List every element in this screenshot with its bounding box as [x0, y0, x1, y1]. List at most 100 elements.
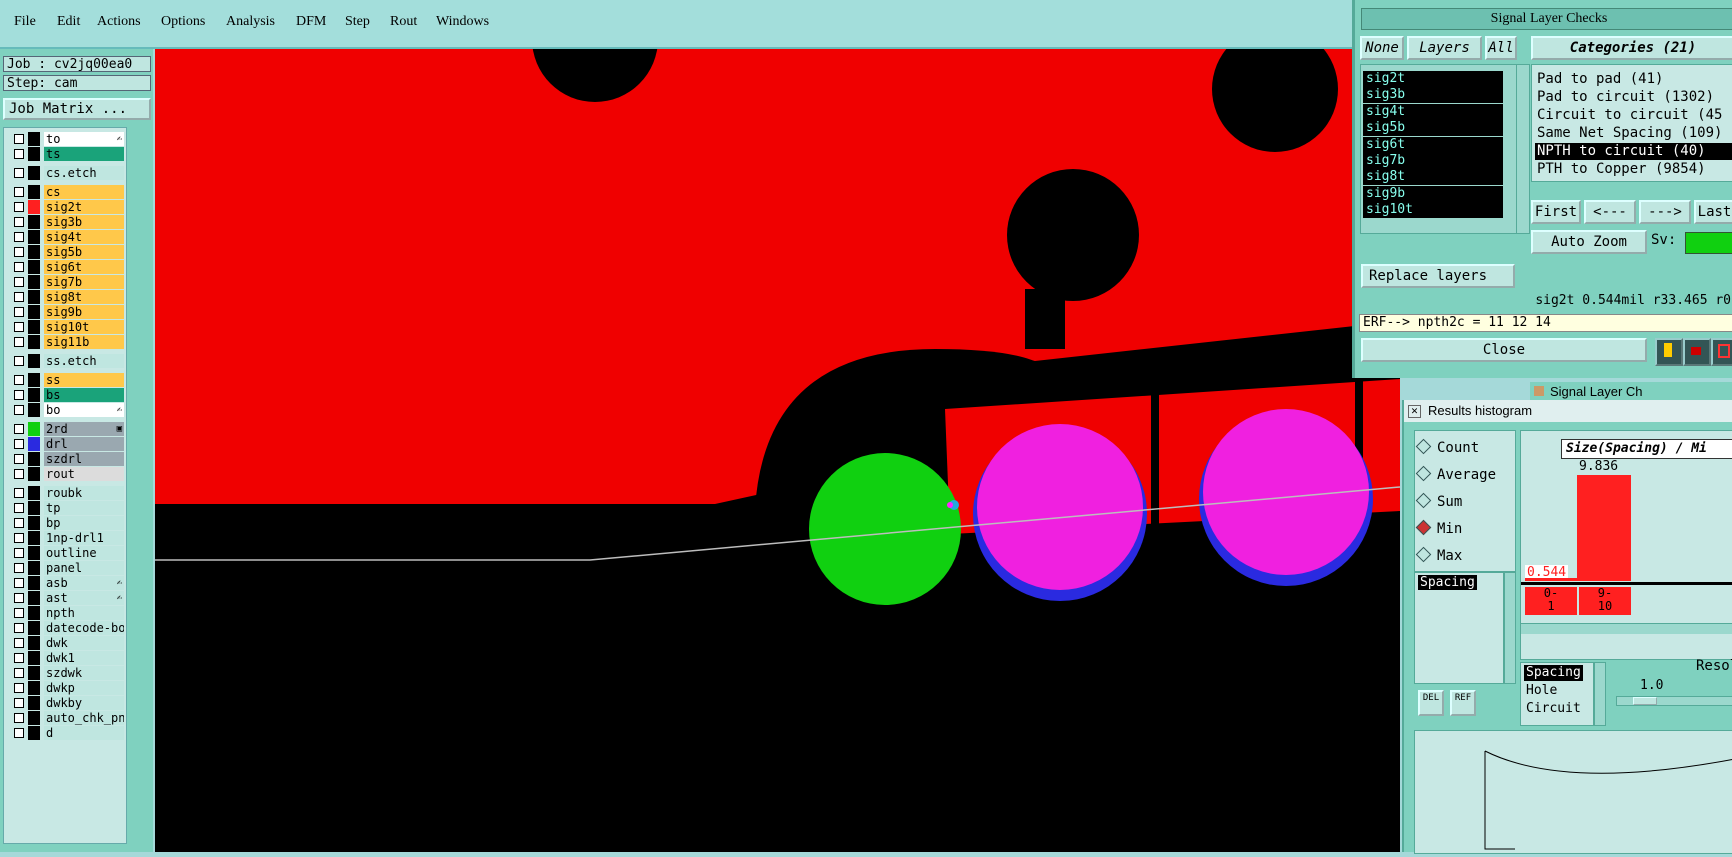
layer-color-swatch[interactable]	[28, 305, 40, 319]
layer-color-swatch[interactable]	[28, 185, 40, 199]
layer-row-cs[interactable]: cs	[10, 185, 126, 199]
category-item[interactable]: Pad to circuit (1302)	[1535, 89, 1732, 106]
exit-icon[interactable]	[1711, 338, 1732, 366]
layer-name[interactable]: dwkby	[44, 696, 124, 710]
layer-name[interactable]: cs	[44, 185, 124, 199]
menu-edit[interactable]: Edit	[57, 14, 80, 30]
prev-button[interactable]: <---	[1584, 200, 1636, 224]
layer-color-swatch[interactable]	[28, 245, 40, 259]
layer-row-drl[interactable]: drl	[10, 437, 126, 451]
layer-checkbox[interactable]	[14, 638, 24, 648]
category-item[interactable]: NPTH to circuit (40)	[1535, 143, 1732, 160]
all-button[interactable]: All	[1485, 36, 1517, 60]
bottom-list-item-0[interactable]: Spacing	[1524, 665, 1583, 681]
layer-checkbox[interactable]	[14, 247, 24, 257]
layer-checkbox[interactable]	[14, 623, 24, 633]
layer-row-ss[interactable]: ss	[10, 373, 126, 387]
signal-layer-list[interactable]: sig2t sig3b sig4t sig5b sig6t sig7b sig8t sig9b…	[1360, 64, 1517, 234]
layer-color-swatch[interactable]	[28, 711, 40, 725]
layer-checkbox[interactable]	[14, 232, 24, 242]
layer-checkbox[interactable]	[14, 262, 24, 272]
signal-layer-sig9b[interactable]: sig9b	[1363, 185, 1503, 202]
layer-row-sig2t[interactable]: sig2t	[10, 200, 126, 214]
layer-row-szdwk[interactable]: szdwk	[10, 666, 126, 680]
next-button[interactable]: --->	[1639, 200, 1691, 224]
layer-name[interactable]: sig9b	[44, 305, 124, 319]
layer-name[interactable]: ss.etch	[44, 354, 124, 368]
stat-list[interactable]: Spacing	[1414, 572, 1504, 684]
category-item[interactable]: PTH to Copper (9854)	[1535, 161, 1732, 178]
layer-checkbox[interactable]	[14, 503, 24, 513]
layer-color-swatch[interactable]	[28, 681, 40, 695]
layer-row-sig10t[interactable]: sig10t	[10, 320, 126, 334]
layer-name[interactable]: npth	[44, 606, 124, 620]
layer-checkbox[interactable]	[14, 728, 24, 738]
auto-zoom-menu[interactable]: Auto Zoom	[1531, 230, 1647, 254]
layer-name[interactable]: 2rd	[44, 422, 124, 436]
layer-name[interactable]: bs	[44, 388, 124, 402]
layer-row-dwk[interactable]: dwk	[10, 636, 126, 650]
layer-checkbox[interactable]	[14, 533, 24, 543]
layer-checkbox[interactable]	[14, 390, 24, 400]
layer-list-scrollbar[interactable]	[1516, 64, 1530, 234]
signal-layer-sig10t[interactable]: sig10t	[1363, 202, 1503, 219]
layer-color-swatch[interactable]	[28, 591, 40, 605]
layer-row-auto_chk_pn[interactable]: auto_chk_pn	[10, 711, 126, 725]
layer-color-swatch[interactable]	[28, 576, 40, 590]
layer-color-swatch[interactable]	[28, 467, 40, 481]
layer-color-swatch[interactable]	[28, 200, 40, 214]
layer-checkbox[interactable]	[14, 168, 24, 178]
layer-checkbox[interactable]	[14, 307, 24, 317]
layer-color-swatch[interactable]	[28, 437, 40, 451]
layer-name[interactable]: tp	[44, 501, 124, 515]
layer-row-sig9b[interactable]: sig9b	[10, 305, 126, 319]
layers-button[interactable]: Layers	[1407, 36, 1482, 60]
layer-row-rout[interactable]: rout	[10, 467, 126, 481]
none-button[interactable]: None	[1360, 36, 1404, 60]
layer-name[interactable]: to	[44, 132, 124, 146]
layer-row-tp[interactable]: tp	[10, 501, 126, 515]
layer-row-sig3b[interactable]: sig3b	[10, 215, 126, 229]
layer-color-swatch[interactable]	[28, 230, 40, 244]
layer-color-swatch[interactable]	[28, 373, 40, 387]
layer-name[interactable]: szdrl	[44, 452, 124, 466]
layer-row-sig7b[interactable]: sig7b	[10, 275, 126, 289]
layer-checkbox[interactable]	[14, 683, 24, 693]
layer-color-swatch[interactable]	[28, 516, 40, 530]
layer-color-swatch[interactable]	[28, 388, 40, 402]
layer-color-swatch[interactable]	[28, 636, 40, 650]
layer-color-swatch[interactable]	[28, 452, 40, 466]
radio-min[interactable]: Min	[1415, 519, 1462, 537]
signal-layer-sig3b[interactable]: sig3b	[1363, 87, 1503, 104]
bottom-list-scrollbar[interactable]	[1594, 662, 1606, 726]
job-matrix-button[interactable]: Job Matrix ...	[3, 98, 151, 120]
radio-average[interactable]: Average	[1415, 465, 1496, 483]
layer-row-ts[interactable]: ts	[10, 147, 126, 161]
flag-icon[interactable]	[1655, 338, 1683, 366]
layer-row-1np-drl1[interactable]: 1np-drl1	[10, 531, 126, 545]
menu-file[interactable]: File	[14, 14, 36, 30]
menu-step[interactable]: Step	[345, 14, 370, 30]
layer-row-datecode-bo[interactable]: datecode-bo	[10, 621, 126, 635]
layer-row-panel[interactable]: panel	[10, 561, 126, 575]
del-button[interactable]: DEL	[1418, 690, 1444, 716]
layer-color-swatch[interactable]	[28, 354, 40, 368]
layer-row-to[interactable]: to ✍	[10, 132, 126, 146]
layer-row-roubk[interactable]: roubk	[10, 486, 126, 500]
category-item[interactable]: Pad to pad (41)	[1535, 71, 1732, 88]
menu-dfm[interactable]: DFM	[296, 14, 326, 30]
layer-name[interactable]: sig4t	[44, 230, 124, 244]
layer-name[interactable]: sig8t	[44, 290, 124, 304]
layer-row-bs[interactable]: bs	[10, 388, 126, 402]
layer-name[interactable]: dwkp	[44, 681, 124, 695]
layer-checkbox[interactable]	[14, 375, 24, 385]
layer-color-swatch[interactable]	[28, 403, 40, 417]
layer-color-swatch[interactable]	[28, 486, 40, 500]
layer-checkbox[interactable]	[14, 653, 24, 663]
menu-options[interactable]: Options	[161, 14, 205, 30]
stat-list-item[interactable]: Spacing	[1418, 575, 1477, 590]
layer-color-swatch[interactable]	[28, 275, 40, 289]
radio-max[interactable]: Max	[1415, 546, 1462, 564]
layer-checkbox[interactable]	[14, 608, 24, 618]
layer-name[interactable]: panel	[44, 561, 124, 575]
